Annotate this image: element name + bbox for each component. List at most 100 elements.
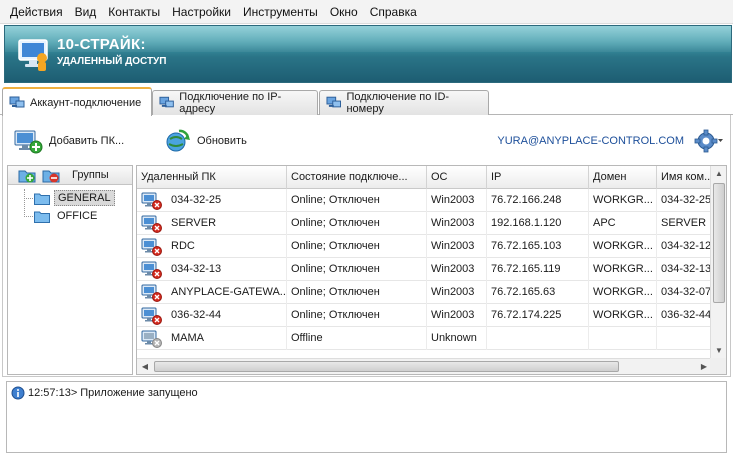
menu-contacts[interactable]: Контакты [102, 0, 166, 24]
add-pc-button[interactable]: Добавить ПК... [13, 127, 124, 155]
event-log: 12:57:13> Приложение запущено [6, 381, 727, 453]
cell-os: Win2003 [427, 212, 487, 235]
column-header-os[interactable]: ОС [427, 166, 487, 189]
cell-os: Win2003 [427, 258, 487, 281]
log-entry: 12:57:13> Приложение запущено [11, 386, 198, 400]
add-computer-icon [14, 130, 43, 154]
groups-header-label: Группы [72, 169, 109, 181]
tab-account-connection[interactable]: Аккаунт-подключение [2, 87, 152, 116]
network-icon [326, 96, 342, 108]
network-icon [159, 96, 174, 108]
cell-ip: 76.72.165.103 [487, 235, 589, 258]
cell-state: Online; Отключен [287, 235, 427, 258]
cell-os: Win2003 [427, 189, 487, 212]
table-header: Удаленный ПК Состояние подключе... ОС IP… [137, 166, 712, 189]
group-label: OFFICE [57, 210, 98, 222]
remote-pc-table: Удаленный ПК Состояние подключе... ОС IP… [136, 165, 727, 375]
vertical-scroll-thumb[interactable] [713, 183, 725, 303]
cell-remote-pc: 034-32-25 [137, 189, 287, 212]
gear-icon[interactable] [694, 129, 724, 153]
folder-icon [34, 211, 50, 223]
scroll-down-icon[interactable]: ▼ [711, 343, 726, 359]
add-group-icon[interactable] [18, 167, 36, 183]
cell-remote-pc: ANYPLACE-GATEWA... [137, 281, 287, 304]
cell-ip: 192.168.1.120 [487, 212, 589, 235]
cell-remote-pc: RDC [137, 235, 287, 258]
menu-help[interactable]: Справка [364, 0, 423, 24]
menu-bar: Действия Вид Контакты Настройки Инструме… [0, 0, 733, 24]
cell-remote-pc: 034-32-13 [137, 258, 287, 281]
toolbar: Добавить ПК... Обновить YURA@ANYPLACE-CO… [13, 127, 728, 157]
cell-computer-name: 034-32-25 [657, 189, 712, 212]
tab-strip: Аккаунт-подключение Подключение по IP-ад… [0, 87, 733, 116]
table-row[interactable]: 034-32-13 Online; Отключен Win2003 76.72.16… [137, 258, 712, 281]
group-item-office[interactable]: OFFICE [8, 207, 132, 225]
refresh-globe-icon [166, 129, 190, 152]
cell-state: Online; Отключен [287, 258, 427, 281]
scroll-up-icon[interactable]: ▲ [711, 166, 726, 182]
column-header-computer-name[interactable]: Имя ком... [657, 166, 712, 189]
app-banner: 10-СТРАЙК: УДАЛЕННЫЙ ДОСТУП [4, 25, 732, 83]
cell-os: Unknown [427, 327, 487, 350]
menu-settings[interactable]: Настройки [166, 0, 237, 24]
tab-ip-connection[interactable]: Подключение по IP-адресу [152, 90, 318, 115]
banner-subtitle: УДАЛЕННЫЙ ДОСТУП [57, 56, 167, 67]
table-row[interactable]: 036-32-44 Online; Отключен Win2003 76.72.17… [137, 304, 712, 327]
cell-os: Win2003 [427, 281, 487, 304]
group-item-general[interactable]: GENERAL [8, 189, 132, 207]
remove-group-icon[interactable] [42, 167, 60, 183]
log-message: Приложение запущено [80, 387, 198, 399]
cell-state: Offline [287, 327, 427, 350]
column-header-domain[interactable]: Домен [589, 166, 657, 189]
cell-ip: 76.72.174.225 [487, 304, 589, 327]
account-email-link[interactable]: YURA@ANYPLACE-CONTROL.COM [497, 135, 684, 147]
cell-computer-name: 034-32-07 [657, 281, 712, 304]
app-logo-icon [18, 39, 48, 71]
refresh-button[interactable]: Обновить [165, 127, 247, 155]
tab-label: Подключение по IP-адресу [179, 91, 282, 115]
column-header-state[interactable]: Состояние подключе... [287, 166, 427, 189]
network-icon [9, 96, 25, 107]
cell-os: Win2003 [427, 304, 487, 327]
horizontal-scroll-thumb[interactable] [154, 361, 619, 372]
vertical-scrollbar[interactable]: ▲ ▼ [710, 166, 726, 359]
group-label: GENERAL [54, 190, 115, 206]
menu-view[interactable]: Вид [69, 0, 103, 24]
table-row[interactable]: 034-32-25 Online; Отключен Win2003 76.72.16… [137, 189, 712, 212]
tab-label: Аккаунт-подключение [30, 96, 142, 109]
cell-computer-name: SERVER [657, 212, 712, 235]
cell-state: Online; Отключен [287, 304, 427, 327]
column-header-remote-pc[interactable]: Удаленный ПК [137, 166, 287, 189]
menu-actions[interactable]: Действия [4, 0, 69, 24]
cell-domain: WORKGR... [589, 304, 657, 327]
cell-remote-pc: MAMA [137, 327, 287, 350]
cell-remote-pc: SERVER [137, 212, 287, 235]
cell-os: Win2003 [427, 235, 487, 258]
tab-id-connection[interactable]: Подключение по ID-номеру [319, 90, 489, 115]
cell-domain: WORKGR... [589, 258, 657, 281]
menu-window[interactable]: Окно [324, 0, 364, 24]
cell-computer-name: 034-32-13 [657, 258, 712, 281]
table-row[interactable]: SERVER Online; Отключен Win2003 192.168.1.1… [137, 212, 712, 235]
scroll-left-icon[interactable]: ◀ [137, 359, 153, 374]
cell-computer-name: 034-32-12 [657, 235, 712, 258]
groups-tree: GENERAL OFFICE [8, 185, 132, 225]
account-panel: Добавить ПК... Обновить YURA@ANYPLACE-CO… [2, 115, 731, 377]
cell-state: Online; Отключен [287, 281, 427, 304]
groups-header: Группы [8, 166, 132, 185]
menu-tools[interactable]: Инструменты [237, 0, 324, 24]
cell-computer-name [657, 327, 712, 350]
cell-domain: WORKGR... [589, 235, 657, 258]
cell-state: Online; Отключен [287, 189, 427, 212]
cell-ip [487, 327, 589, 350]
table-row[interactable]: MAMA Offline Unknown [137, 327, 712, 350]
folder-icon [34, 193, 50, 205]
column-header-ip[interactable]: IP [487, 166, 589, 189]
scroll-corner [710, 358, 726, 374]
log-time: 12:57:13> [28, 387, 78, 399]
cell-domain: WORKGR... [589, 189, 657, 212]
horizontal-scrollbar[interactable]: ◀ ▶ [137, 358, 712, 374]
table-row[interactable]: RDC Online; Отключен Win2003 76.72.165.103 W… [137, 235, 712, 258]
table-row[interactable]: ANYPLACE-GATEWA... Online; Отключен Win200… [137, 281, 712, 304]
refresh-label: Обновить [197, 135, 247, 147]
